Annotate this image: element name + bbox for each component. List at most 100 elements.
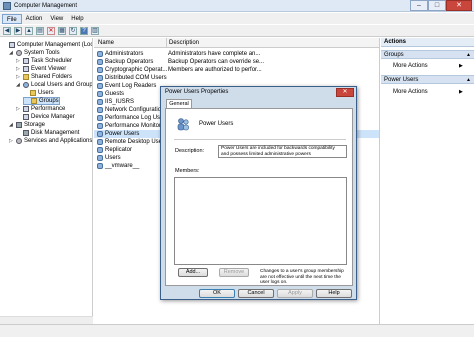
group-name: __vmware__ bbox=[105, 163, 140, 169]
column-header-name[interactable]: Name bbox=[98, 39, 114, 47]
group-row[interactable]: Administrators Administrators have comple… bbox=[94, 50, 379, 58]
menu-action[interactable]: Action bbox=[22, 14, 47, 24]
event-icon bbox=[23, 66, 29, 72]
group-row[interactable]: Backup Operators Backup Operators can ove… bbox=[94, 58, 379, 66]
group-icon bbox=[97, 51, 103, 57]
group-name: Guests bbox=[105, 91, 125, 97]
remove-button[interactable]: Remove bbox=[219, 268, 249, 277]
expand-arrow-icon[interactable]: ▷ bbox=[16, 57, 21, 65]
expand-arrow-icon[interactable]: ▷ bbox=[9, 137, 14, 145]
computer-management-icon bbox=[3, 2, 11, 10]
tree-item[interactable]: ▷ Performance bbox=[16, 105, 65, 113]
group-icon bbox=[97, 107, 103, 113]
description-field[interactable]: Power Users are included for backwards c… bbox=[218, 145, 347, 158]
expand-arrow-icon[interactable]: ◢ bbox=[9, 49, 14, 57]
tree-item[interactable]: ▷ Event Viewer bbox=[16, 65, 66, 73]
group-icon bbox=[97, 123, 103, 129]
expand-arrow-icon[interactable]: ◢ bbox=[16, 81, 21, 89]
apply-button[interactable]: Apply bbox=[277, 289, 313, 298]
actions-header: Actions bbox=[381, 38, 474, 47]
group-row[interactable]: Distributed COM Users bbox=[94, 74, 379, 82]
actions-section-groups[interactable]: Groups ▲ bbox=[381, 50, 474, 59]
submenu-arrow-icon: ▶ bbox=[459, 89, 463, 95]
group-icon bbox=[97, 155, 103, 161]
performance-icon bbox=[23, 106, 29, 112]
tree-item-label: Computer Management (Local bbox=[17, 42, 93, 48]
tree-item-label: Device Manager bbox=[31, 114, 75, 120]
properties-icon[interactable]: ▦ bbox=[58, 26, 66, 35]
tree-item[interactable]: Computer Management (Local bbox=[2, 41, 93, 49]
column-header-description[interactable]: Description bbox=[169, 39, 199, 47]
dialog-close-button[interactable]: ✕ bbox=[336, 88, 354, 97]
up-folder-icon[interactable]: ▲ bbox=[25, 26, 33, 35]
tree-item-label: Event Viewer bbox=[31, 66, 67, 72]
expand-arrow-icon[interactable]: ◢ bbox=[9, 121, 14, 129]
expand-arrow-icon[interactable]: ▷ bbox=[16, 73, 21, 81]
menu-file[interactable]: File bbox=[2, 13, 22, 24]
more-actions-power-users[interactable]: More Actions ▶ bbox=[393, 88, 463, 96]
help-button[interactable]: Help bbox=[316, 289, 352, 298]
tools-icon bbox=[16, 50, 22, 56]
add-button[interactable]: Add... bbox=[178, 268, 208, 277]
tree-item-label: Task Scheduler bbox=[31, 58, 73, 64]
more-actions-label: More Actions bbox=[393, 63, 428, 69]
ok-button[interactable]: OK bbox=[199, 289, 235, 298]
disk-icon bbox=[23, 130, 29, 136]
folder-icon bbox=[30, 90, 36, 96]
expand-arrow-icon[interactable]: ▷ bbox=[16, 65, 21, 73]
delete-icon[interactable]: ✕ bbox=[47, 26, 55, 35]
tree-item-label: System Tools bbox=[24, 50, 60, 56]
expand-arrow-icon[interactable]: ▷ bbox=[16, 105, 21, 113]
cancel-button[interactable]: Cancel bbox=[238, 289, 274, 298]
back-arrow-icon[interactable]: ◀ bbox=[3, 26, 11, 35]
tree-item[interactable]: ◢ Storage bbox=[9, 121, 45, 129]
more-actions-groups[interactable]: More Actions ▶ bbox=[393, 62, 463, 70]
group-icon bbox=[177, 118, 189, 131]
show-tree-icon[interactable]: ▤ bbox=[36, 26, 44, 35]
tree-item[interactable]: ▷ Task Scheduler bbox=[16, 57, 72, 65]
close-button[interactable]: ✕ bbox=[446, 0, 472, 11]
users-icon bbox=[23, 82, 29, 88]
tree-item[interactable]: ◢ System Tools bbox=[9, 49, 60, 57]
members-list[interactable] bbox=[174, 177, 347, 265]
refresh-icon[interactable]: ↻ bbox=[69, 26, 77, 35]
actions-pane: Actions Groups ▲ More Actions ▶ Power Us… bbox=[381, 38, 474, 324]
menu-help[interactable]: Help bbox=[67, 14, 87, 24]
actions-section-power-users[interactable]: Power Users ▲ bbox=[381, 75, 474, 84]
tree-item[interactable]: Groups bbox=[23, 97, 60, 105]
help-icon[interactable]: ? bbox=[80, 26, 88, 35]
more-actions-label: More Actions bbox=[393, 89, 428, 95]
tree-item[interactable]: Device Manager bbox=[16, 113, 75, 121]
tree-item[interactable]: Users bbox=[23, 89, 54, 97]
tree-item-label: Shared Folders bbox=[31, 74, 73, 80]
menu-bar: File Action View Help bbox=[0, 13, 474, 24]
menu-view[interactable]: View bbox=[46, 14, 67, 24]
group-icon bbox=[97, 131, 103, 137]
collapse-up-icon[interactable]: ▲ bbox=[466, 51, 471, 60]
column-separator[interactable] bbox=[166, 38, 167, 48]
window-title: Computer Management bbox=[14, 3, 78, 9]
forward-arrow-icon[interactable]: ▶ bbox=[14, 26, 22, 35]
group-row[interactable]: Cryptographic Operat... Members are autho… bbox=[94, 66, 379, 74]
minimize-button[interactable]: – bbox=[410, 0, 428, 11]
group-name: Replicator bbox=[105, 147, 133, 153]
group-icon bbox=[97, 139, 103, 145]
tree-item[interactable]: ▷ Shared Folders bbox=[16, 73, 72, 81]
action-pane-icon[interactable]: ▥ bbox=[91, 26, 99, 35]
group-description: Backup Operators can override se... bbox=[168, 59, 265, 65]
group-name: Users bbox=[105, 155, 121, 161]
tree-horizontal-scrollbar[interactable] bbox=[0, 316, 93, 324]
tree-item[interactable]: ▷ Services and Applications bbox=[9, 137, 92, 145]
collapse-up-icon[interactable]: ▲ bbox=[466, 76, 471, 85]
submenu-arrow-icon: ▶ bbox=[459, 63, 463, 69]
folder-icon bbox=[31, 98, 37, 104]
tree-item[interactable]: Disk Management bbox=[16, 129, 79, 137]
group-icon bbox=[97, 99, 103, 105]
window-controls: – □ ✕ bbox=[410, 0, 472, 11]
group-icon bbox=[97, 59, 103, 65]
tree-item[interactable]: ◢ Local Users and Groups bbox=[16, 81, 92, 89]
dialog-title: Power Users Properties bbox=[165, 89, 229, 95]
group-name: Backup Operators bbox=[105, 59, 154, 65]
maximize-button[interactable]: □ bbox=[428, 0, 446, 11]
group-icon bbox=[97, 83, 103, 89]
